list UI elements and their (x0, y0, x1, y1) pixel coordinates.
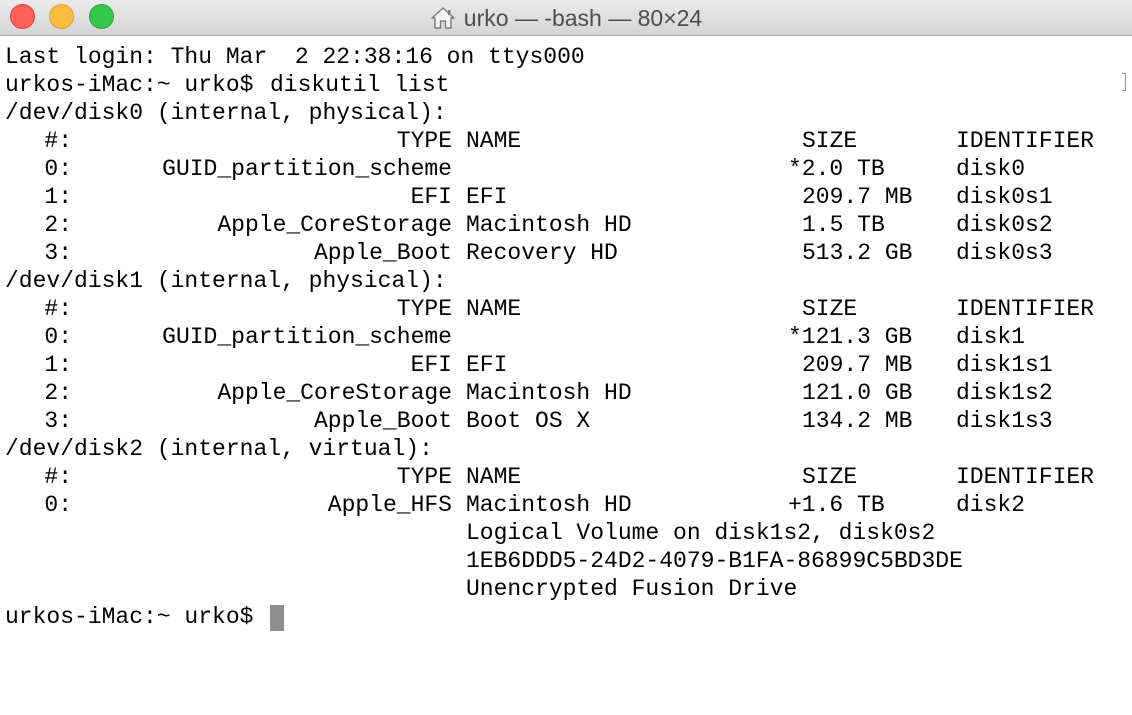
partition-size: 134.2 MB (802, 408, 913, 434)
table-header-line: #: TYPE NAME SIZE IDENTIFIER (0, 463, 1132, 491)
partition-identifier: disk0s2 (956, 212, 1053, 238)
partition-type: Apple_Boot (313, 408, 452, 434)
partition-size: *121.3 GB (788, 324, 913, 350)
partition-number: 3: (44, 240, 72, 266)
disk-device-label: /dev/disk0 (internal, physical): (5, 100, 447, 126)
partition-number: 2: (44, 380, 72, 406)
partition-identifier: disk0s3 (956, 240, 1053, 266)
partition-row: 2: Apple_CoreStorage Macintosh HD 121.0 GB d… (0, 379, 1132, 407)
command-line: urkos-iMac:~ urko$ diskutil list (0, 71, 1132, 99)
column-header-size: SIZE (802, 296, 858, 322)
partition-size: 513.2 GB (802, 240, 913, 266)
partition-name: Recovery HD (466, 240, 618, 266)
text-cursor (270, 605, 284, 631)
partition-row: 1: EFI EFI 209.7 MB disk1s1 (0, 351, 1132, 379)
column-header-name: NAME (466, 128, 522, 154)
partition-size: 209.7 MB (802, 184, 913, 210)
last-login-line: Last login: Thu Mar 2 22:38:16 on ttys00… (0, 43, 1132, 71)
column-header-num: #: (44, 128, 72, 154)
partition-number: 0: (44, 324, 72, 350)
table-header-line: #: TYPE NAME SIZE IDENTIFIER (0, 295, 1132, 323)
partition-row: 0: GUID_partition_scheme *121.3 GB disk1 (0, 323, 1132, 351)
terminal-output[interactable]: Last login: Thu Mar 2 22:38:16 on ttys00… (0, 43, 1132, 706)
partition-type: Apple_CoreStorage (217, 380, 452, 406)
partition-row: 0: Apple_HFS Macintosh HD +1.6 TB disk2 (0, 491, 1132, 519)
partition-type: EFI (410, 352, 452, 378)
detail-text: Unencrypted Fusion Drive (466, 576, 798, 602)
table-header-line: #: TYPE NAME SIZE IDENTIFIER (0, 127, 1132, 155)
home-icon (430, 6, 456, 30)
partition-size: +1.6 TB (788, 492, 885, 518)
disk-header-line: /dev/disk1 (internal, physical): (0, 267, 1132, 295)
partition-name: Macintosh HD (466, 212, 632, 238)
detail-line: Logical Volume on disk1s2, disk0s2 (0, 519, 1132, 547)
detail-text: Logical Volume on disk1s2, disk0s2 (466, 520, 936, 546)
detail-line: 1EB6DDD5-24D2-4079-B1FA-86899C5BD3DE (0, 547, 1132, 575)
partition-identifier: disk1s2 (956, 380, 1053, 406)
column-header-type: TYPE (396, 296, 452, 322)
partition-type: GUID_partition_scheme (162, 156, 452, 182)
partition-row: 3: Apple_Boot Boot OS X 134.2 MB disk1s3 (0, 407, 1132, 435)
partition-size: 1.5 TB (802, 212, 885, 238)
partition-type: Apple_Boot (313, 240, 452, 266)
partition-name: EFI (466, 184, 508, 210)
detail-line: Unencrypted Fusion Drive (0, 575, 1132, 603)
partition-number: 1: (44, 184, 72, 210)
partition-size: 121.0 GB (802, 380, 913, 406)
partition-type: GUID_partition_scheme (162, 324, 452, 350)
column-header-identifier: IDENTIFIER (956, 296, 1095, 322)
partition-type: EFI (410, 184, 452, 210)
partition-identifier: disk1s3 (956, 408, 1053, 434)
partition-type: Apple_CoreStorage (217, 212, 452, 238)
partition-row: 3: Apple_Boot Recovery HD 513.2 GB disk0s3 (0, 239, 1132, 267)
title-bar[interactable]: urko — -bash — 80×24 (0, 0, 1132, 36)
disk-device-label: /dev/disk1 (internal, physical): (5, 268, 447, 294)
partition-row: 0: GUID_partition_scheme *2.0 TB disk0 (0, 155, 1132, 183)
partition-number: 3: (44, 408, 72, 434)
partition-name: Boot OS X (466, 408, 591, 434)
partition-size: *2.0 TB (788, 156, 885, 182)
final-prompt-line[interactable]: urkos-iMac:~ urko$ (0, 603, 1132, 631)
partition-type: Apple_HFS (327, 492, 452, 518)
window-title: urko — -bash — 80×24 (463, 4, 703, 31)
partition-row: 1: EFI EFI 209.7 MB disk0s1 (0, 183, 1132, 211)
partition-identifier: disk0 (956, 156, 1026, 182)
window-title-area: urko — -bash — 80×24 (0, 0, 1132, 36)
column-header-size: SIZE (802, 464, 858, 490)
partition-identifier: disk1 (956, 324, 1026, 350)
column-header-num: #: (44, 296, 72, 322)
partition-name: Macintosh HD (466, 492, 632, 518)
partition-name: Macintosh HD (466, 380, 632, 406)
column-header-type: TYPE (396, 128, 452, 154)
diskutil-output: /dev/disk0 (internal, physical): #: TYPE NA… (0, 99, 1132, 519)
partition-size: 209.7 MB (802, 352, 913, 378)
column-header-name: NAME (466, 464, 522, 490)
column-header-name: NAME (466, 296, 522, 322)
command-text: diskutil list (270, 72, 450, 98)
partition-identifier: disk1s1 (956, 352, 1053, 378)
shell-prompt: urkos-iMac:~ urko$ (5, 72, 254, 98)
shell-prompt: urkos-iMac:~ urko$ (5, 604, 254, 630)
partition-identifier: disk0s1 (956, 184, 1053, 210)
disk-header-line: /dev/disk0 (internal, physical): (0, 99, 1132, 127)
partition-number: 0: (44, 156, 72, 182)
last-login-text: Last login: Thu Mar 2 22:38:16 on ttys00… (5, 44, 585, 70)
disk-header-line: /dev/disk2 (internal, virtual): (0, 435, 1132, 463)
disk-device-label: /dev/disk2 (internal, virtual): (5, 436, 433, 462)
partition-number: 0: (44, 492, 72, 518)
column-header-num: #: (44, 464, 72, 490)
column-header-identifier: IDENTIFIER (956, 464, 1095, 490)
partition-number: 1: (44, 352, 72, 378)
partition-number: 2: (44, 212, 72, 238)
column-header-size: SIZE (802, 128, 858, 154)
detail-text: 1EB6DDD5-24D2-4079-B1FA-86899C5BD3DE (466, 548, 963, 574)
partition-name: EFI (466, 352, 508, 378)
column-header-identifier: IDENTIFIER (956, 128, 1095, 154)
partition-row: 2: Apple_CoreStorage Macintosh HD 1.5 TB dis… (0, 211, 1132, 239)
partition-identifier: disk2 (956, 492, 1026, 518)
column-header-type: TYPE (396, 464, 452, 490)
